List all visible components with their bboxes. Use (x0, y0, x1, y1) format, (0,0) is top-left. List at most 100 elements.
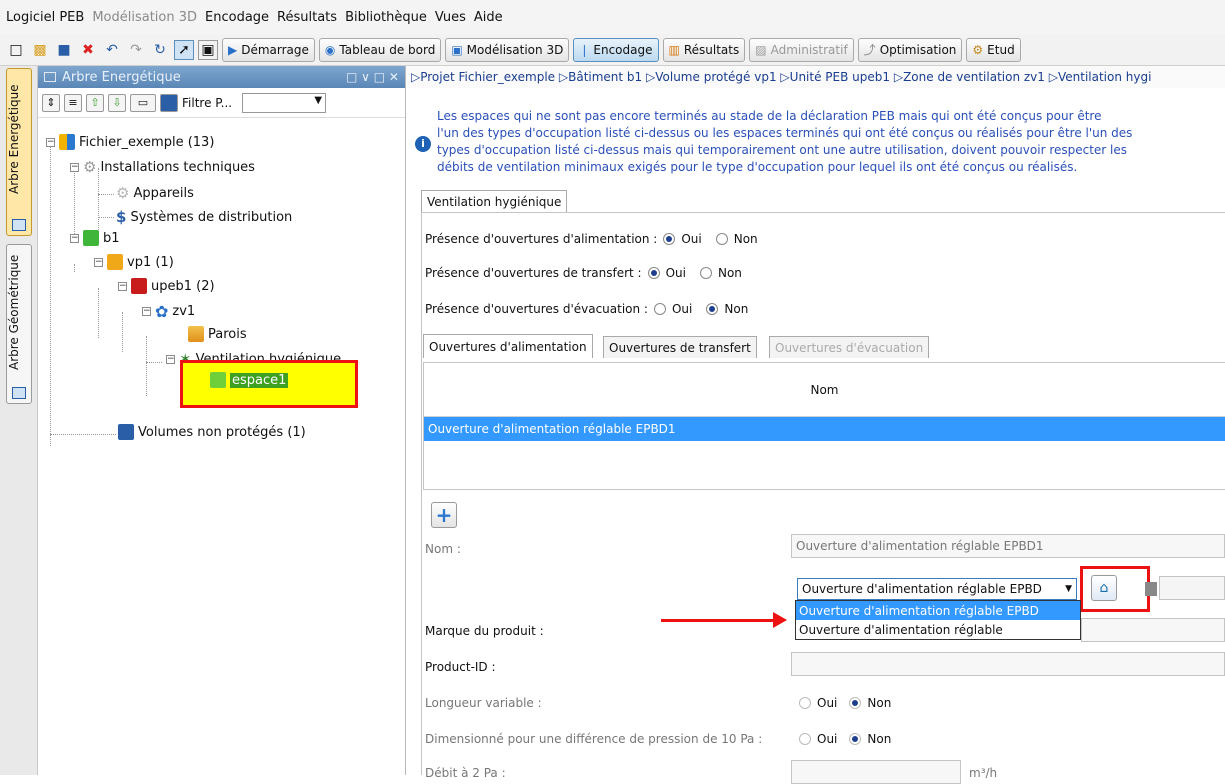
modelisation-3d-button[interactable]: ▣ Modélisation 3D (445, 37, 570, 62)
tree-node-vp1[interactable]: − vp1 (1) (94, 254, 174, 270)
tableau-de-bord-button[interactable]: ◉ Tableau de bord (318, 37, 442, 62)
tree-node-volumes-non-proteges[interactable]: Volumes non protégés (1) (118, 424, 306, 440)
dimension-non-radio[interactable] (849, 733, 862, 745)
menu-modelisation-3d[interactable]: Modélisation 3D (92, 10, 197, 25)
breadcrumb-item[interactable]: Unité PEB upeb1 (790, 70, 890, 84)
tree-panel-icon (12, 387, 26, 399)
save-icon[interactable]: ■ (54, 40, 74, 60)
move-up-icon[interactable]: ⇧ (86, 93, 104, 112)
filter-select[interactable]: ▼ (242, 92, 327, 113)
undo-icon[interactable]: ↶ (102, 40, 122, 60)
dimension-oui-radio[interactable] (799, 733, 811, 745)
breadcrumb-arrow-icon: ▷ (646, 70, 656, 84)
collapse-toggle-icon[interactable]: − (142, 307, 151, 316)
info-line: l'un des types d'occupation listé ci-des… (437, 126, 1133, 140)
menu-bibliotheque[interactable]: Bibliothèque (345, 10, 427, 25)
view-icon[interactable]: ▣ (198, 39, 218, 60)
unit-cube-icon (131, 278, 147, 294)
tree-node-upeb1[interactable]: − upeb1 (2) (118, 278, 215, 294)
rename-icon[interactable]: ▭ (130, 93, 156, 112)
presence-alimentation-non-radio[interactable] (715, 233, 728, 245)
collapse-toggle-icon[interactable]: − (166, 354, 175, 364)
side-field[interactable] (1159, 576, 1225, 600)
etude-label: Etud (987, 42, 1015, 57)
product-id-field[interactable] (791, 652, 1225, 676)
expand-icon[interactable]: ⇕ (42, 93, 60, 112)
tree-node-zv1[interactable]: − ✿ zv1 (142, 302, 195, 321)
panel-window-controls-icon[interactable]: □ ∨ □ ✕ (346, 70, 399, 84)
breadcrumb-arrow-icon: ▷ (780, 70, 790, 84)
debit-field[interactable] (791, 760, 961, 784)
open-folder-icon[interactable]: ▩ (30, 40, 50, 60)
space-icon (210, 372, 226, 388)
menu-aide[interactable]: Aide (474, 10, 503, 25)
breadcrumb-item[interactable]: Volume protégé vp1 (655, 70, 776, 84)
menu-logiciel-peb[interactable]: Logiciel PEB (6, 10, 84, 25)
pointer-tool-icon[interactable]: ➚ (174, 39, 194, 60)
add-button[interactable]: + (431, 502, 457, 528)
info-line: types d'occupation listé ci-dessus mais … (437, 143, 1128, 157)
presence-transfert-non-radio[interactable] (699, 267, 712, 279)
cube-icon[interactable] (160, 93, 178, 112)
presence-evacuation-non-radio[interactable] (706, 303, 719, 315)
tab-ventilation-hygienique[interactable]: Ventilation hygiénique (421, 190, 568, 212)
oui-label: Oui (665, 266, 686, 280)
encodage-button[interactable]: ❘ Encodage (573, 37, 659, 62)
longueur-options: Oui Non (799, 696, 891, 710)
menu-encodage[interactable]: Encodage (205, 10, 269, 25)
menu-vues[interactable]: Vues (435, 10, 466, 25)
tree-node-b1[interactable]: − b1 (70, 230, 120, 246)
tree-node-label: zv1 (172, 304, 196, 319)
resultats-button[interactable]: ▥ Résultats (662, 37, 746, 62)
breadcrumb-item[interactable]: Ventilation hygi (1058, 70, 1151, 84)
breadcrumb-item[interactable]: Projet Fichier_exemple (420, 70, 555, 84)
redo-icon[interactable]: ↷ (126, 40, 146, 60)
dropdown-option[interactable]: Ouverture d'alimentation réglable EPBD (796, 601, 1080, 620)
optimisation-button[interactable]: ⤴ Optimisation (857, 37, 963, 62)
nom-label: Nom : (425, 542, 461, 556)
collapse-toggle-icon[interactable]: − (118, 281, 127, 291)
tree-node-espace1[interactable]: espace1 (210, 372, 289, 388)
table-row[interactable]: Ouverture d'alimentation réglable EPBD1 (424, 417, 1225, 441)
oui-label: Oui (671, 302, 693, 316)
tab-ouvertures-alimentation[interactable]: Ouvertures d'alimentation (423, 334, 593, 358)
tree-node-installations-techniques[interactable]: − ⚙ Installations techniques (70, 158, 255, 176)
tree-node-parois[interactable]: Parois (188, 326, 247, 342)
tree-node-appareils[interactable]: ⚙ Appareils (116, 184, 194, 202)
collapse-toggle-icon[interactable]: − (94, 257, 103, 267)
presence-transfert-oui-radio[interactable] (647, 267, 660, 279)
longueur-oui-radio[interactable] (799, 697, 811, 709)
marque-field[interactable] (1081, 618, 1225, 642)
etude-button[interactable]: ⚙ Etud (966, 37, 1021, 62)
longueur-non-radio[interactable] (849, 697, 862, 709)
wall-icon (188, 326, 204, 342)
tab-arbre-energetique[interactable]: Arbre Energétique (6, 68, 32, 236)
collapse-icon[interactable]: ≡ (64, 93, 82, 112)
collapse-toggle-icon[interactable]: − (46, 137, 55, 147)
refresh-icon[interactable]: ↻ (150, 40, 170, 60)
house-button[interactable]: ⌂ (1091, 575, 1117, 601)
nom-field[interactable]: Ouverture d'alimentation réglable EPBD1 (791, 534, 1225, 558)
menu-resultats[interactable]: Résultats (277, 10, 337, 25)
demarrage-button[interactable]: ▶ Démarrage (222, 37, 315, 62)
tab-ouvertures-transfert[interactable]: Ouvertures de transfert (603, 336, 757, 358)
tableau-de-bord-label: Tableau de bord (339, 42, 436, 57)
optimisation-label: Optimisation (879, 42, 957, 57)
collapse-toggle-icon[interactable]: − (70, 162, 79, 172)
tree-node-fichier-exemple[interactable]: − Fichier_exemple (13) (46, 134, 214, 150)
presence-alimentation-oui-radio[interactable] (663, 233, 676, 245)
administratif-button[interactable]: ▨ Administratif (749, 37, 854, 62)
move-down-icon[interactable]: ⇩ (108, 93, 126, 112)
tree-node-systemes-distribution[interactable]: $ Systèmes de distribution (116, 208, 292, 226)
new-file-icon[interactable]: □ (6, 40, 26, 60)
breadcrumb-item[interactable]: Bâtiment b1 (568, 70, 642, 84)
dropdown-option[interactable]: Ouverture d'alimentation réglable (796, 620, 1080, 639)
breadcrumb-item[interactable]: Zone de ventilation zv1 (903, 70, 1045, 84)
tab-ouvertures-evacuation[interactable]: Ouvertures d'évacuation (769, 336, 930, 358)
menu-bar: Logiciel PEB Modélisation 3D Encodage Ré… (0, 0, 1225, 34)
tab-arbre-geometrique[interactable]: Arbre Géométrique (6, 244, 32, 404)
presence-evacuation-oui-radio[interactable] (653, 303, 666, 315)
collapse-toggle-icon[interactable]: − (70, 233, 79, 243)
delete-icon[interactable]: ✖ (78, 40, 98, 60)
type-select[interactable]: Ouverture d'alimentation réglable EPBD ▼ (797, 578, 1077, 600)
